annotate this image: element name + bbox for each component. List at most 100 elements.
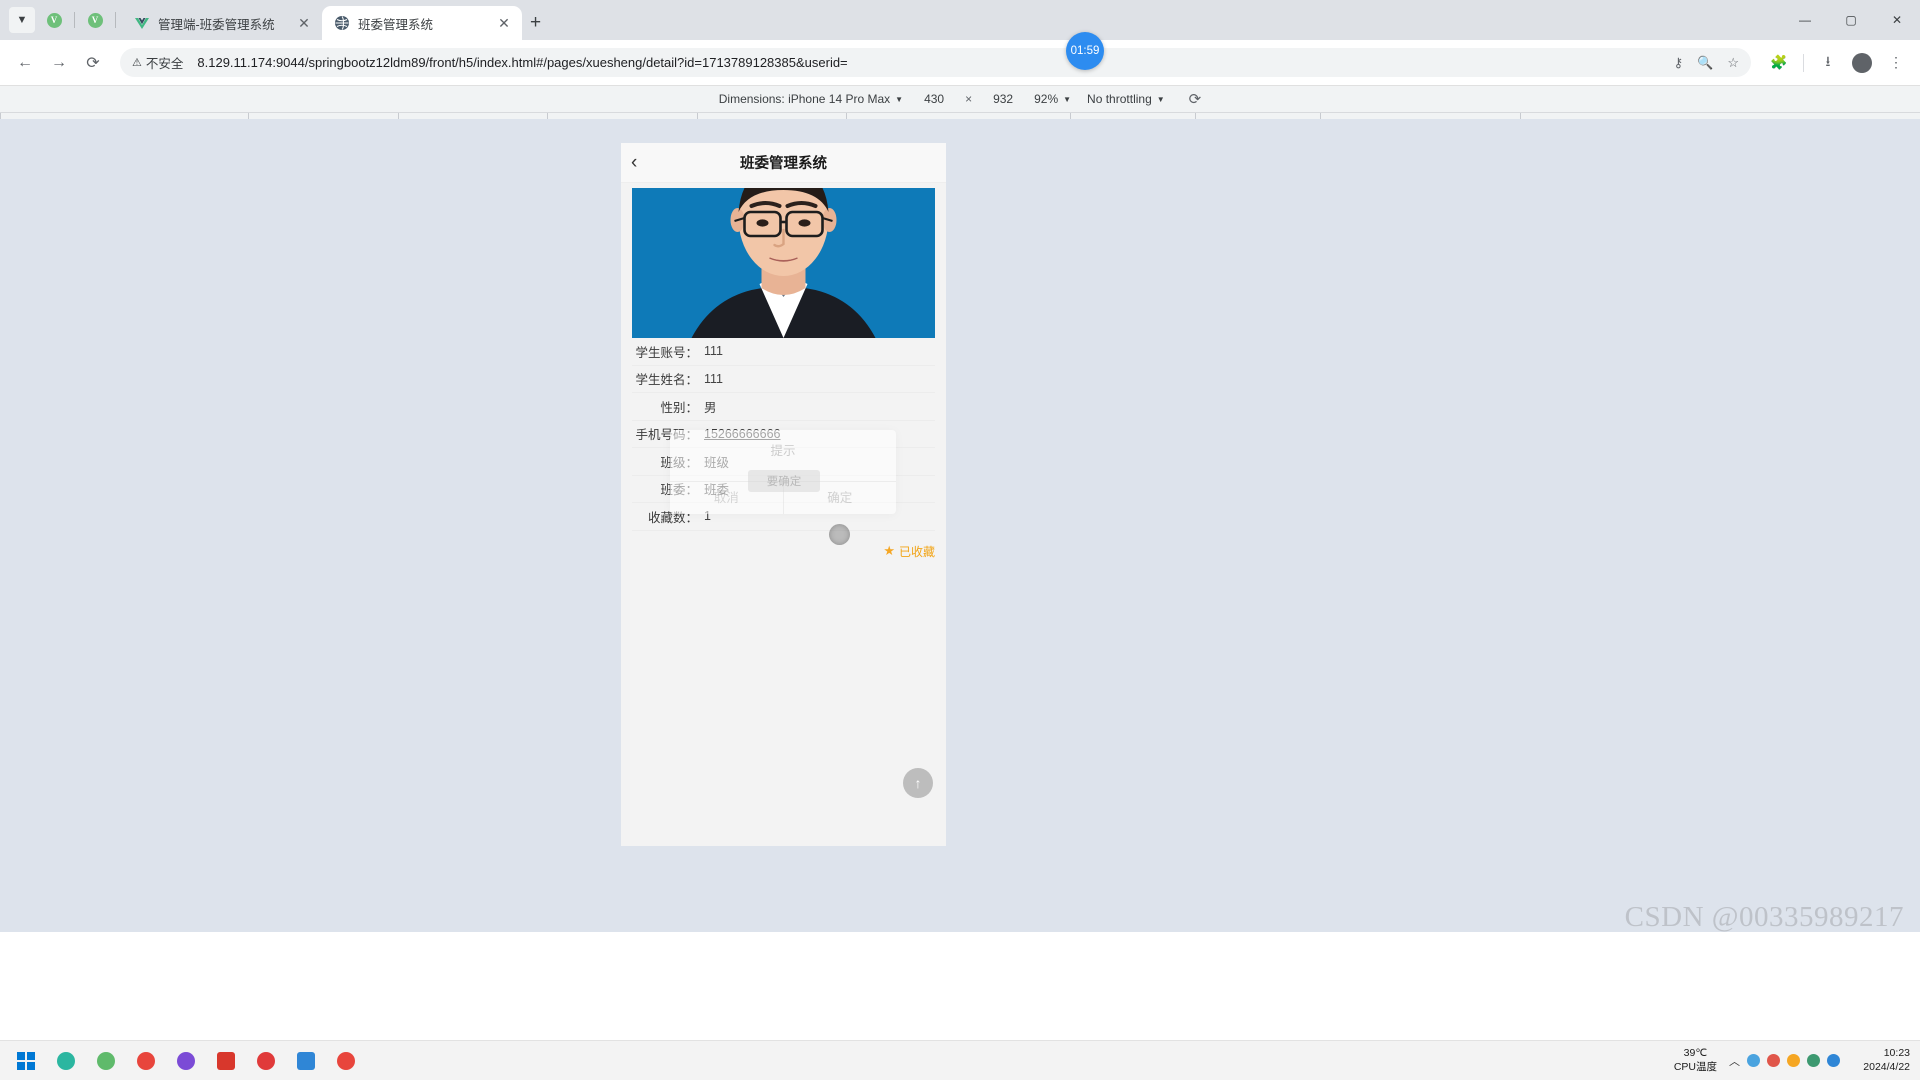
phone-number-link[interactable]: 15266666666 — [704, 427, 780, 441]
clock-date: 2024/4/22 — [1863, 1060, 1910, 1073]
student-id-photo — [632, 188, 935, 338]
network-icon[interactable] — [1767, 1054, 1780, 1067]
reload-button[interactable]: ⟳ — [78, 48, 108, 78]
star-filled-icon: ★ — [883, 543, 895, 558]
taskbar-app-firefox-icon[interactable] — [166, 1042, 206, 1080]
chevron-down-glyph: ▼ — [16, 14, 28, 26]
field-value: 男 — [704, 400, 717, 415]
tab-title: 管理端-班委管理系统 — [158, 17, 275, 32]
zoom-icon[interactable]: 🔍 — [1697, 55, 1713, 71]
csdn-watermark: CSDN @00335989217 — [1624, 901, 1904, 932]
cpu-temperature-widget[interactable]: 39℃ CPU温度 — [1674, 1047, 1717, 1073]
vue-icon — [134, 15, 150, 31]
screen-recorder-timer-badge[interactable]: 01:59 — [1066, 32, 1104, 70]
warning-triangle-icon: ⚠ — [132, 57, 142, 69]
chevron-down-icon: ▼ — [895, 94, 904, 104]
device-height-input[interactable]: 932 — [988, 92, 1018, 106]
maximize-button[interactable]: ▢ — [1828, 0, 1874, 40]
globe-icon — [334, 15, 350, 31]
field-value: 1 — [704, 509, 711, 524]
chrome-green-icon — [97, 1051, 115, 1070]
close-window-button[interactable]: ✕ — [1874, 0, 1920, 40]
taskbar-app-folder-icon[interactable] — [286, 1042, 326, 1080]
profile-avatar-icon[interactable] — [1848, 49, 1876, 77]
field-label: 班委： — [660, 483, 698, 498]
clock-time: 10:23 — [1883, 1046, 1910, 1059]
edge-icon — [57, 1051, 75, 1070]
tab-search-chevron-down-icon[interactable]: ▼ — [9, 7, 35, 33]
window-controls: — ▢ ✕ — [1782, 0, 1920, 40]
field-label: 学生姓名： — [635, 373, 698, 388]
new-tab-button[interactable]: + — [530, 12, 541, 34]
address-bar[interactable]: ⚠ 不安全 8.129.11.174:9044/springbootz12ldm… — [120, 48, 1751, 77]
chrome-icon — [137, 1051, 155, 1070]
back-button[interactable]: ← — [10, 48, 40, 78]
chat-icon[interactable] — [1827, 1054, 1840, 1067]
forward-button[interactable]: → — [44, 48, 74, 78]
taskbar-app-chrome-green-icon[interactable] — [86, 1042, 126, 1080]
shield-icon[interactable] — [1787, 1054, 1800, 1067]
field-label: 班级： — [660, 455, 698, 470]
close-icon[interactable]: ✕ — [496, 16, 512, 30]
minimize-button[interactable]: — — [1782, 0, 1828, 40]
field-value: 111 — [704, 371, 724, 386]
chrome-icon-2 — [337, 1051, 355, 1070]
bookmark-star-icon[interactable]: ☆ — [1727, 55, 1739, 71]
security-label: 不安全 — [145, 57, 184, 71]
page-title: 班委管理系统 — [740, 156, 827, 172]
pinned-tab-vue-icon-1[interactable]: V — [41, 7, 67, 33]
up-chevron-icon[interactable]: ︿ — [1729, 1053, 1740, 1069]
browser-tab-0[interactable]: 管理端-班委管理系统 ✕ — [122, 6, 322, 40]
taskbar-app-wps-icon[interactable] — [206, 1042, 246, 1080]
firefox-icon — [177, 1051, 195, 1070]
chevron-down-icon: ▼ — [1156, 94, 1165, 104]
music-icon — [257, 1051, 275, 1070]
url-text: 8.129.11.174:9044/springbootz12ldm89/fro… — [197, 55, 848, 70]
detail-row-gender: 性别： 男 — [632, 393, 935, 421]
tabstrip-divider — [74, 12, 75, 28]
avatar — [1852, 52, 1872, 73]
device-emulation-stage: ‹ 班委管理系统 学生账号： 111 学生姓名： 111 性别： 男 手机号码：… — [0, 119, 1920, 932]
kebab-menu-icon[interactable]: ⋮ — [1882, 49, 1910, 77]
rotate-device-icon[interactable]: ⟳ — [1189, 90, 1202, 108]
favorite-button[interactable]: ★ 已收藏 — [621, 543, 935, 560]
volume-icon[interactable] — [1807, 1054, 1820, 1067]
windows-logo-icon — [17, 1051, 35, 1070]
tabstrip-divider-2 — [115, 12, 116, 28]
system-tray-icons: ︿ — [1729, 1053, 1840, 1069]
extensions-puzzle-icon[interactable]: 🧩 — [1765, 49, 1793, 77]
browser-tab-1[interactable]: 班委管理系统 ✕ — [322, 6, 522, 40]
vue-icon: V — [46, 12, 62, 28]
app-header: ‹ 班委管理系统 — [621, 143, 946, 183]
close-icon[interactable]: ✕ — [296, 16, 312, 30]
taskbar-app-chrome-icon[interactable] — [126, 1042, 166, 1080]
password-key-icon[interactable]: ⚷ — [1674, 55, 1684, 71]
device-dimensions-select[interactable]: Dimensions: iPhone 14 Pro Max ▼ — [719, 92, 903, 106]
device-zoom-label: 92% — [1034, 92, 1059, 106]
student-detail-rows: 学生账号： 111 学生姓名： 111 性别： 男 手机号码： 15266666… — [632, 338, 935, 531]
chrome-window: ▼ V V 管理端-班委管理系统 ✕ 班委管理系统 ✕ + — ▢ ✕ ← → … — [0, 0, 1920, 1040]
field-label: 收藏数： — [647, 510, 698, 525]
favorite-label: 已收藏 — [898, 544, 935, 559]
detail-row-name: 学生姓名： 111 — [632, 366, 935, 393]
device-zoom-select[interactable]: 92% ▼ — [1034, 92, 1071, 106]
network-throttling-select[interactable]: No throttling ▼ — [1087, 92, 1165, 106]
device-width-input[interactable]: 430 — [919, 92, 949, 106]
phone-viewport: ‹ 班委管理系统 学生账号： 111 学生姓名： 111 性别： 男 手机号码：… — [621, 143, 946, 846]
toolbar-divider — [1803, 53, 1804, 72]
back-to-top-button[interactable]: ↑ — [903, 768, 933, 798]
field-label: 学生账号： — [635, 345, 698, 360]
cloud-icon[interactable] — [1747, 1054, 1760, 1067]
taskbar-app-chrome-icon-2[interactable] — [326, 1042, 366, 1080]
tab-title: 班委管理系统 — [358, 17, 434, 32]
back-chevron-icon[interactable]: ‹ — [631, 152, 637, 174]
start-button[interactable] — [6, 1042, 46, 1080]
pinned-tab-vue-icon-2[interactable]: V — [82, 7, 108, 33]
taskbar-clock[interactable]: 10:23 2024/4/22 — [1852, 1047, 1910, 1074]
device-dimensions-label: Dimensions: iPhone 14 Pro Max — [718, 92, 891, 106]
download-icon[interactable]: ⭳ — [1814, 49, 1842, 77]
taskbar-app-music-icon[interactable] — [246, 1042, 286, 1080]
tab-strip: ▼ V V 管理端-班委管理系统 ✕ 班委管理系统 ✕ + — ▢ ✕ — [0, 0, 1920, 40]
taskbar-app-edge-icon[interactable] — [46, 1042, 86, 1080]
site-security-indicator[interactable]: ⚠ 不安全 — [132, 53, 183, 72]
